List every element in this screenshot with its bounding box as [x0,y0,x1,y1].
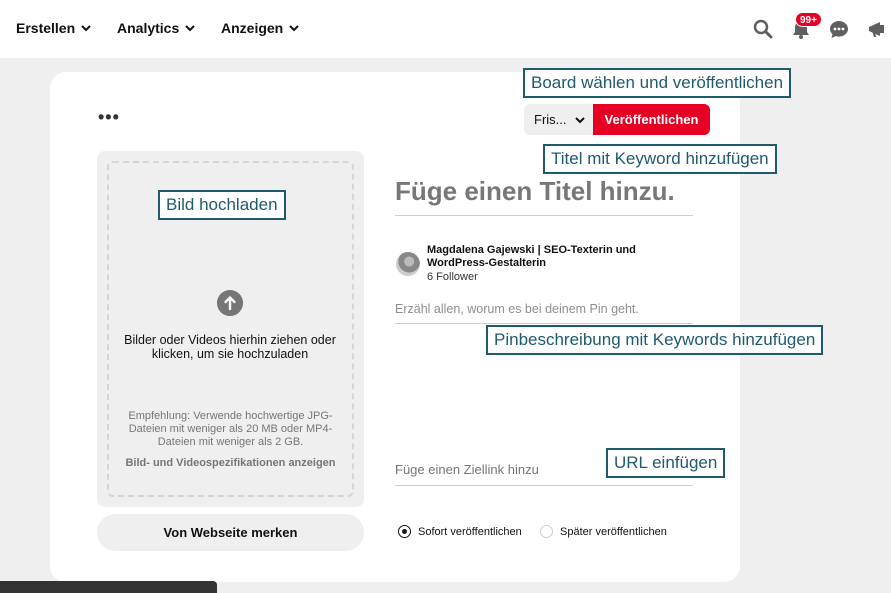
nav-ads[interactable]: Anzeigen [221,20,299,36]
upload-instruction-text: Bilder oder Videos hierhin ziehen oder k… [124,333,336,361]
save-from-website-button[interactable]: Von Webseite merken [97,514,364,551]
callout-title: Titel mit Keyword hinzufügen [543,144,777,174]
nav-create[interactable]: Erstellen [16,20,91,36]
nav-analytics-label: Analytics [117,20,180,36]
notification-badge: 99+ [795,12,822,27]
megaphone-icon[interactable] [866,18,888,40]
board-select-label: Fris... [534,112,567,127]
callout-url: URL einfügen [606,448,726,478]
publish-now-radio[interactable] [398,525,411,538]
top-navigation-bar: Erstellen Analytics Anzeigen 99+ [0,0,891,58]
author-follower-count: 6 Follower [427,271,478,283]
bottom-toast-bar [0,581,217,593]
more-options-icon[interactable]: ••• [98,108,120,126]
publish-button[interactable]: Veröffentlichen [593,104,710,135]
upload-arrow-icon[interactable] [217,290,243,316]
publish-later-radio[interactable] [540,525,553,538]
callout-description: Pinbeschreibung mit Keywords hinzufügen [486,325,824,355]
pin-title-input[interactable]: Füge einen Titel hinzu. [395,176,693,216]
upload-specs-link[interactable]: Bild- und Videospezifikationen anzeigen [112,457,349,470]
avatar [396,252,420,276]
chevron-down-icon [574,116,585,123]
nav-create-label: Erstellen [16,20,76,36]
upload-recommendation-text: Empfehlung: Verwende hochwertige JPG-Dat… [128,410,333,448]
author-name: Magdalena Gajewski | SEO-Texterin und Wo… [427,244,636,269]
publish-later-label: Später veröffentlichen [560,525,667,538]
search-icon[interactable] [752,18,774,40]
publish-now-option[interactable]: Sofort veröffentlichen [398,525,522,538]
nav-ads-label: Anzeigen [221,20,284,36]
chevron-down-icon [185,25,195,32]
chevron-down-icon [81,25,91,32]
pin-description-input[interactable]: Erzähl allen, worum es bei deinem Pin ge… [395,302,693,324]
nav-analytics[interactable]: Analytics [117,20,195,36]
chat-icon[interactable] [828,18,850,40]
chevron-down-icon [289,25,299,32]
callout-board: Board wählen und veröffentlichen [523,68,792,98]
callout-image: Bild hochladen [158,190,286,220]
publish-later-option[interactable]: Später veröffentlichen [540,525,667,538]
publish-now-label: Sofort veröffentlichen [418,525,522,538]
board-select-dropdown[interactable]: Fris... [524,104,593,135]
